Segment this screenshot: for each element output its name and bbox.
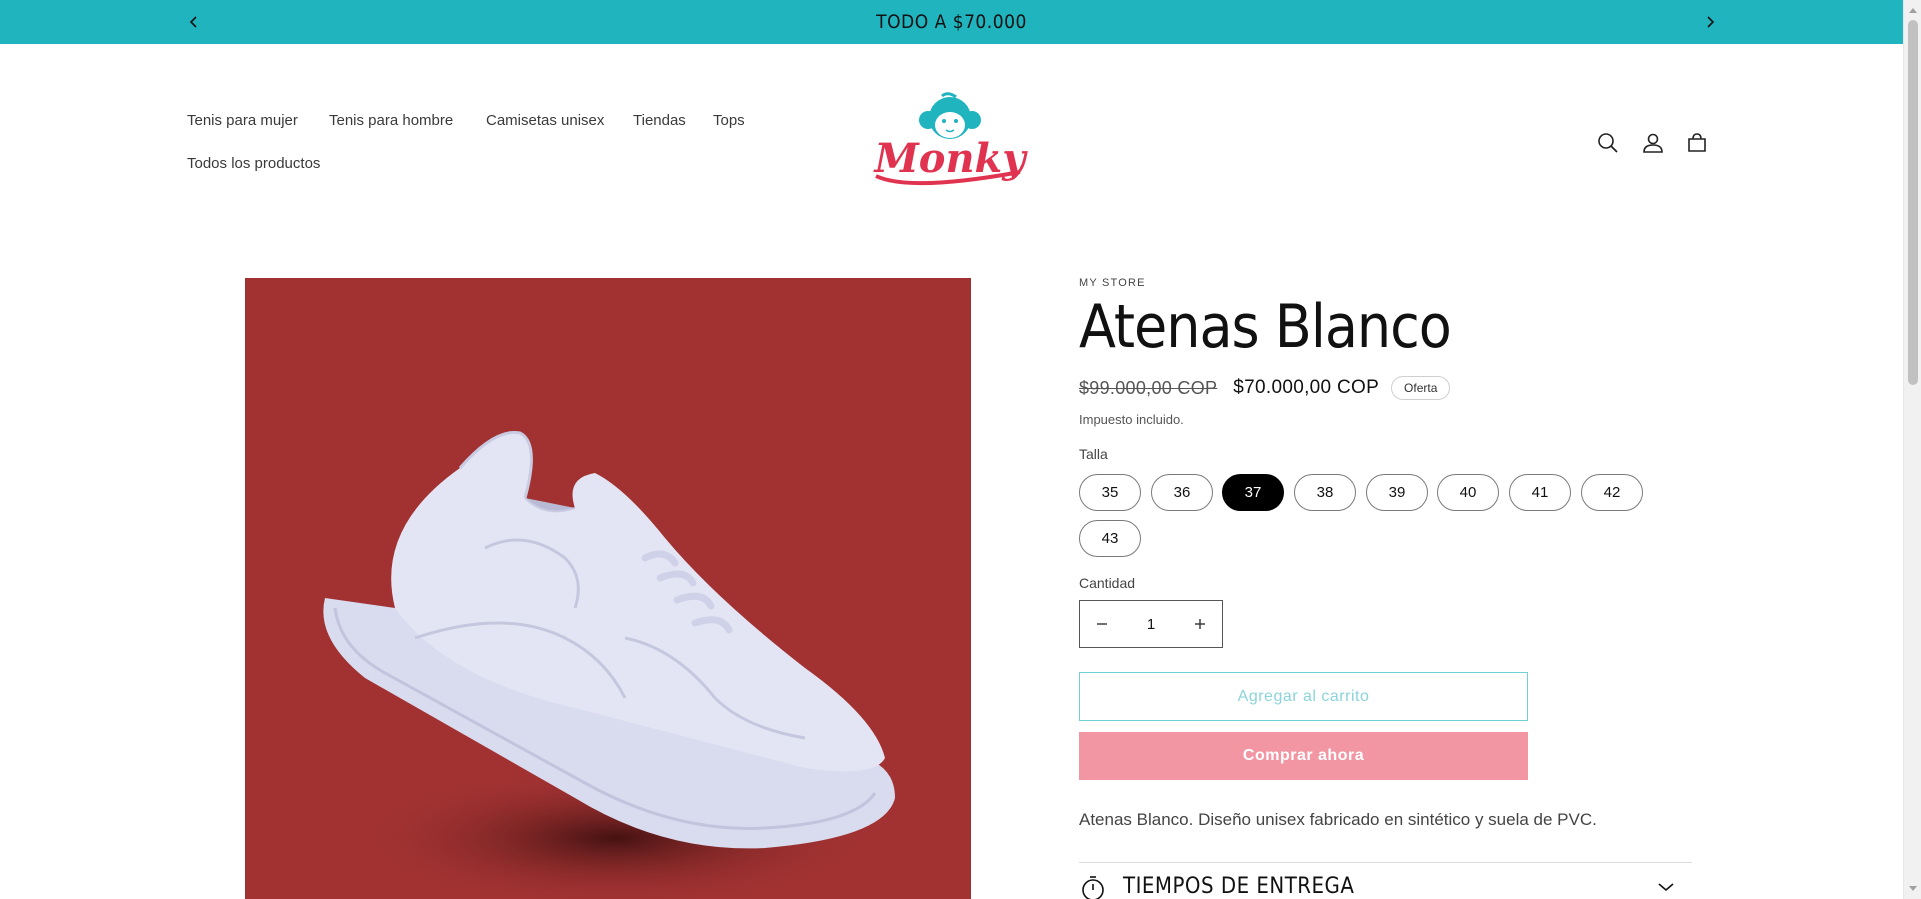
regular-price: $99.000,00 COP [1079,377,1218,398]
decrease-quantity-button[interactable] [1080,601,1124,647]
plus-icon [1195,619,1205,629]
account-icon [1643,133,1663,153]
search-icon [1598,133,1618,153]
sale-price: $70.000,00 COP [1233,377,1380,398]
size-option-35[interactable]: 35 [1079,474,1141,511]
product-vendor: MY STORE [1079,277,1146,289]
announcement-bar: TODO A $70.000 [0,0,1903,44]
product-title: Atenas Blanco [1079,292,1452,362]
size-option-38[interactable]: 38 [1294,474,1356,511]
buy-now-button[interactable]: Comprar ahora [1079,732,1528,780]
size-option-40[interactable]: 40 [1437,474,1499,511]
chevron-right-icon [1707,16,1715,28]
account-button[interactable] [1639,129,1667,157]
scrollbar-thumb[interactable] [1908,20,1918,385]
size-option-36[interactable]: 36 [1151,474,1213,511]
next-announcement-button[interactable] [1698,10,1722,34]
size-option-43[interactable]: 43 [1079,520,1141,557]
quantity-input[interactable]: 1 [1124,616,1178,633]
size-option-42[interactable]: 42 [1581,474,1643,511]
size-option-37[interactable]: 37 [1222,474,1284,511]
announcement-text: TODO A $70.000 [876,11,1027,33]
delivery-times-accordion[interactable]: TIEMPOS DE ENTREGA [1079,872,1692,899]
search-button[interactable] [1594,129,1622,157]
scroll-up-arrow[interactable] [1904,2,1921,18]
quantity-label: Cantidad [1079,575,1136,591]
nav-item-tops[interactable]: Tops [713,112,745,129]
nav-item-tenis-hombre[interactable]: Tenis para hombre [329,112,453,129]
nav-item-todos-productos[interactable]: Todos los productos [187,155,320,172]
price-row: $99.000,00 COP $70.000,00 COP Oferta [1079,376,1451,400]
page-scrollbar[interactable] [1903,0,1921,899]
size-option-39[interactable]: 39 [1366,474,1428,511]
increase-quantity-button[interactable] [1178,601,1222,647]
stopwatch-icon [1082,876,1104,899]
nav-item-camisetas-unisex[interactable]: Camisetas unisex [486,112,604,129]
product-image[interactable] [245,278,971,899]
store-logo[interactable]: Monky [870,92,1030,194]
product-description: Atenas Blanco. Diseño unisex fabricado e… [1079,810,1597,829]
cart-icon [1688,133,1706,152]
size-option-41[interactable]: 41 [1509,474,1571,511]
add-to-cart-button[interactable]: Agregar al carrito [1079,672,1528,721]
nav-item-tiendas[interactable]: Tiendas [633,112,686,129]
accordion-title: TIEMPOS DE ENTREGA [1123,874,1355,899]
tax-note: Impuesto incluido. [1079,412,1184,427]
quantity-stepper: 1 [1079,600,1223,648]
size-label: Talla [1079,446,1108,462]
minus-icon [1097,623,1107,625]
sale-badge: Oferta [1391,376,1451,400]
scroll-down-arrow[interactable] [1904,881,1921,897]
chevron-down-icon [1658,883,1674,892]
monkey-logo-icon: Monky [873,92,1028,186]
nav-item-tenis-mujer[interactable]: Tenis para mujer [187,112,298,129]
divider [1079,862,1692,863]
sneaker-image [323,430,895,899]
cart-button[interactable] [1683,129,1711,157]
